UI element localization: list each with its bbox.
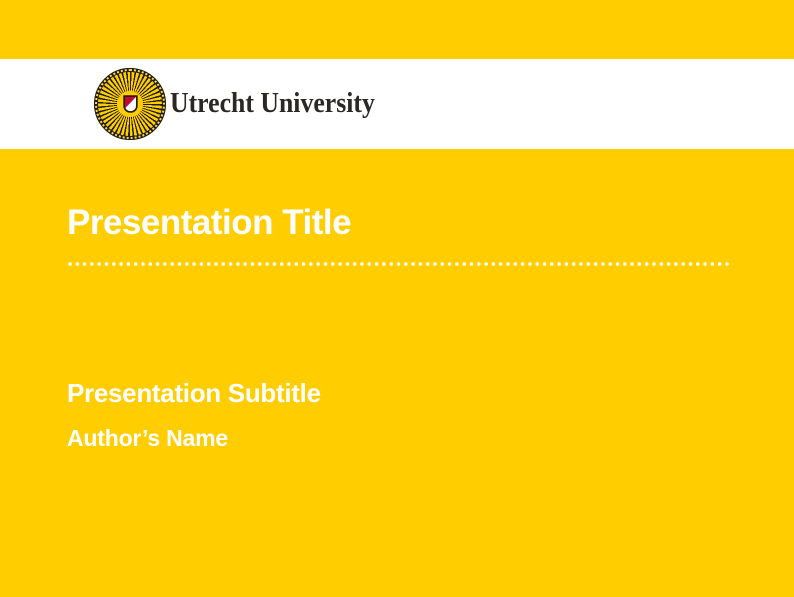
title-slide: Utrecht University Presentation Title Pr… bbox=[0, 0, 794, 597]
presentation-title: Presentation Title bbox=[67, 205, 351, 240]
author-name: Author’s Name bbox=[67, 427, 228, 450]
university-wordmark: Utrecht University bbox=[170, 59, 375, 149]
logo-shield-icon bbox=[117, 91, 143, 117]
uu-sun-logo-icon bbox=[94, 68, 166, 140]
logo-band: Utrecht University bbox=[0, 59, 794, 149]
presentation-subtitle: Presentation Subtitle bbox=[67, 380, 321, 406]
dotted-divider bbox=[66, 260, 732, 268]
